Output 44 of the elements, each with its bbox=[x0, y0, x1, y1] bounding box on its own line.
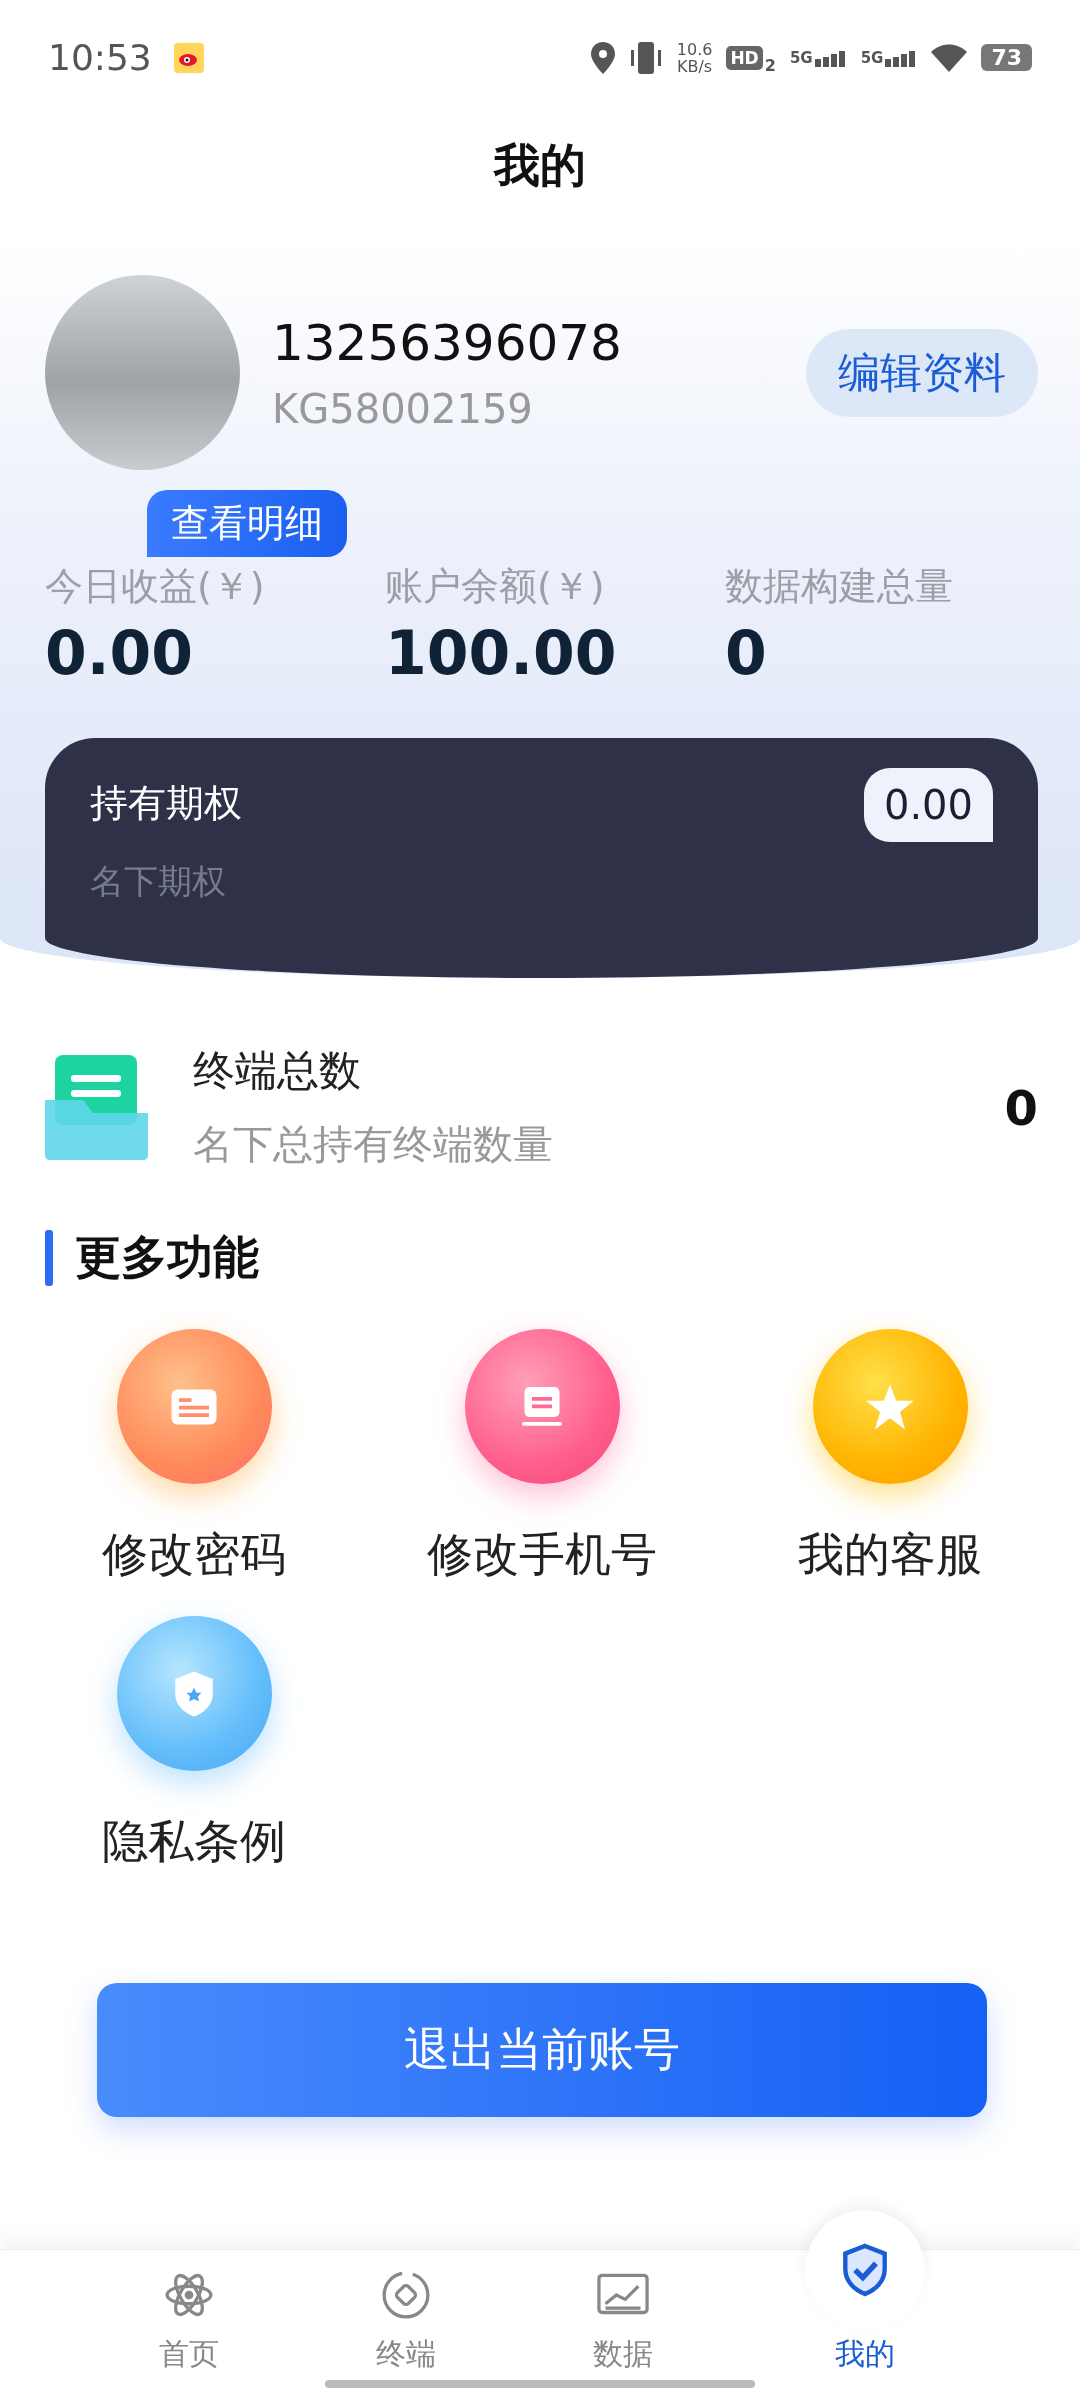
folder-icon bbox=[45, 1055, 148, 1160]
stat-value: 0.00 bbox=[45, 618, 195, 688]
card-subtitle: 名下期权 bbox=[90, 860, 227, 903]
terminal-total-label: 终端总数 bbox=[193, 1045, 362, 1097]
hd-voice-badge: HD bbox=[726, 45, 763, 70]
network-speed: 10.6 bbox=[676, 40, 713, 58]
user-id: KG58002159 bbox=[272, 385, 534, 432]
app-notification-icon bbox=[173, 42, 204, 73]
card-icon[interactable] bbox=[116, 1329, 272, 1484]
signal-icon bbox=[885, 48, 918, 67]
card-title: 持有期权 bbox=[90, 780, 242, 827]
location-icon bbox=[590, 41, 615, 74]
nav-tab[interactable]: 我的 bbox=[731, 2210, 999, 2400]
edit-profile-button[interactable]: 编辑资料 bbox=[806, 328, 1038, 417]
nav-tab[interactable]: 首页 bbox=[80, 2250, 297, 2400]
options-value: 0.00 bbox=[863, 768, 993, 842]
terminal-total-value: 0 bbox=[1004, 1079, 1038, 1136]
terminal-total-description: 名下总持有终端数量 bbox=[193, 1120, 553, 1169]
view-details-button[interactable]: 查看明细 bbox=[147, 490, 347, 557]
stat-value: 0 bbox=[725, 618, 768, 688]
feature-label[interactable]: 修改密码 bbox=[102, 1524, 286, 1586]
section-heading: 更多功能 bbox=[75, 1229, 259, 1286]
stat-label: 账户余额(￥) bbox=[385, 563, 606, 610]
logout-button[interactable]: 退出当前账号 bbox=[97, 1983, 987, 2117]
wifi-icon bbox=[931, 43, 968, 72]
signal-icon bbox=[814, 48, 847, 67]
feature-label[interactable]: 我的客服 bbox=[798, 1524, 982, 1586]
stat-label: 今日收益(￥) bbox=[45, 563, 266, 610]
stat-value: 100.00 bbox=[385, 618, 618, 688]
stat-label: 数据构建总量 bbox=[725, 563, 954, 610]
feature-label[interactable]: 隐私条例 bbox=[102, 1811, 286, 1873]
feature-label[interactable]: 修改手机号 bbox=[427, 1524, 657, 1586]
vibrate-icon bbox=[628, 41, 663, 74]
nav-tab[interactable]: 终端 bbox=[297, 2250, 514, 2400]
section-accent-bar bbox=[45, 1230, 53, 1286]
network-type: 5G bbox=[860, 48, 884, 67]
phone-number: 13256396078 bbox=[272, 313, 622, 372]
nav-tab[interactable]: 数据 bbox=[514, 2250, 731, 2400]
battery-indicator: 73 bbox=[981, 44, 1032, 71]
sim-number: 2 bbox=[764, 55, 776, 75]
status-time: 10:53 bbox=[48, 37, 152, 78]
network-type: 5G bbox=[789, 48, 813, 67]
network-speed-unit: KB/s bbox=[676, 57, 713, 75]
page-title: 我的 bbox=[492, 137, 587, 194]
